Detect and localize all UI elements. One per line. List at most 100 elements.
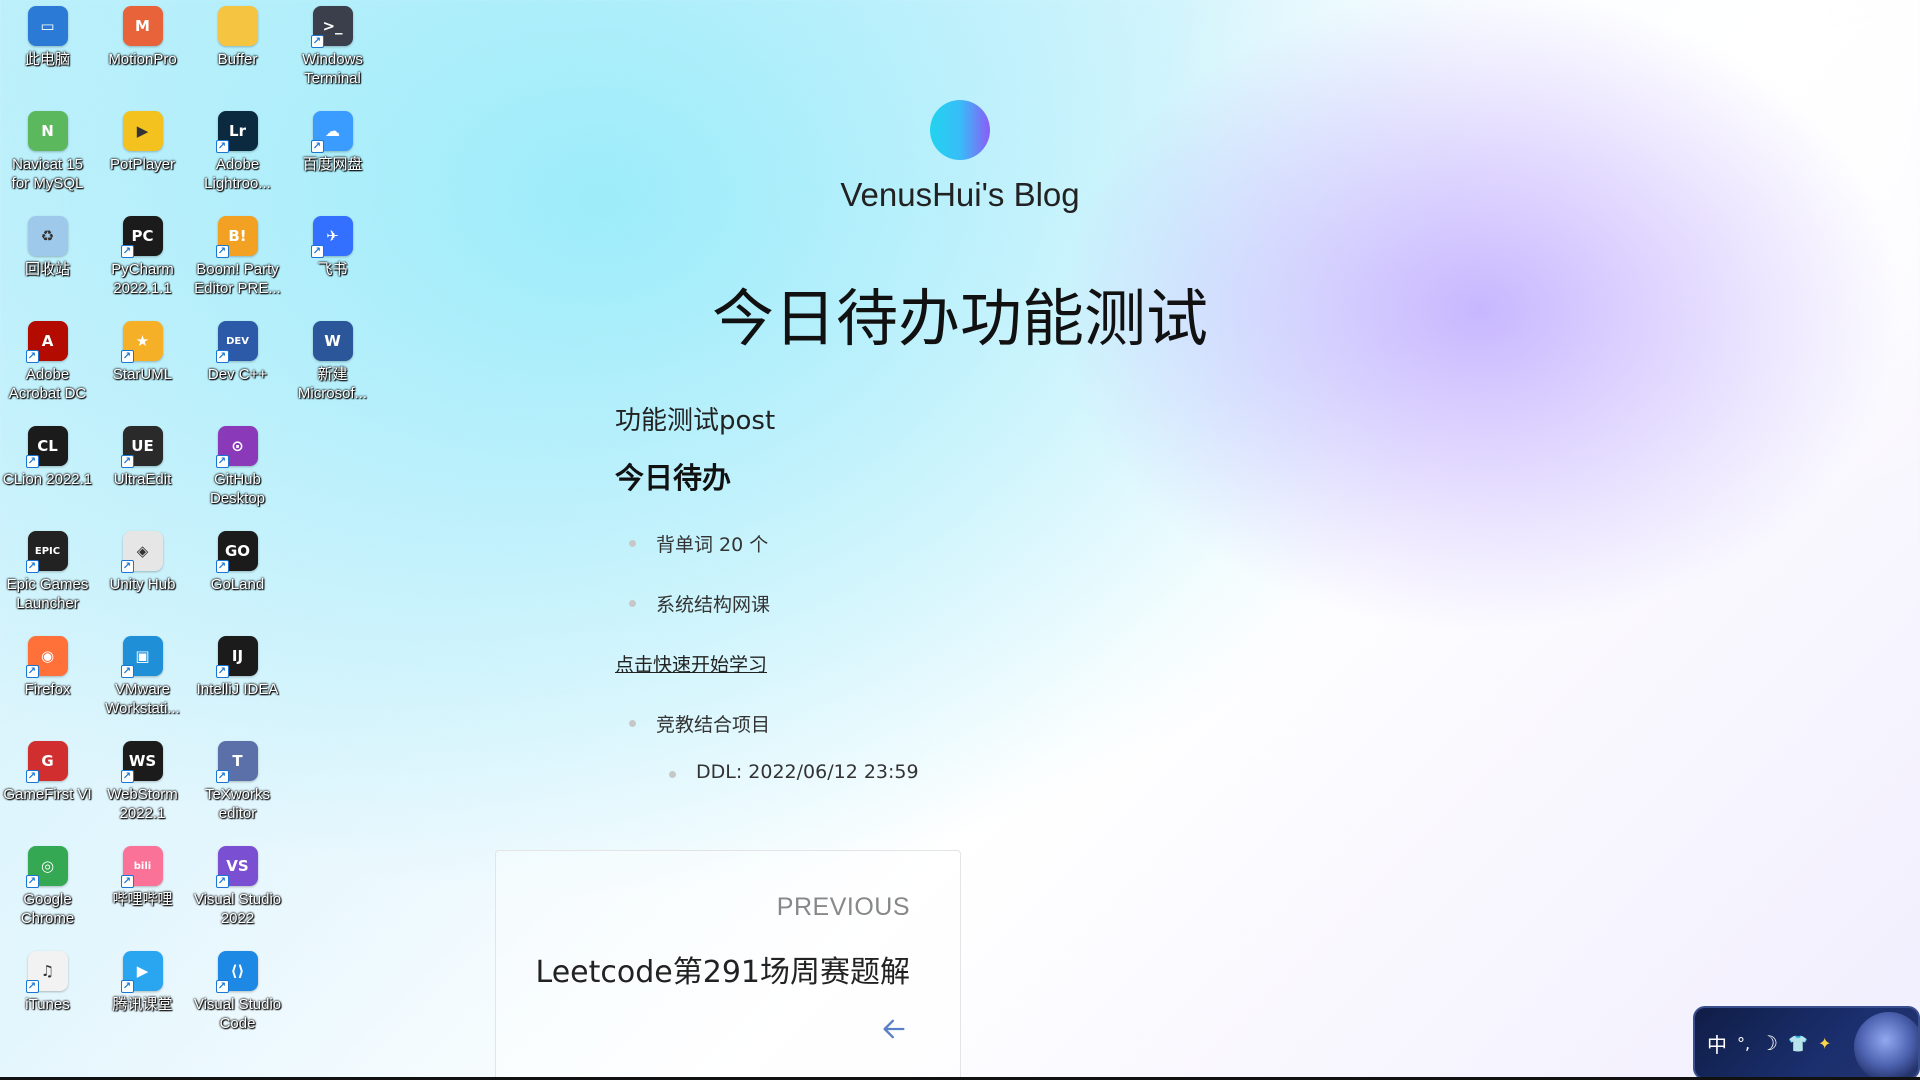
- desktop-icon[interactable]: ♻ 回收站: [0, 210, 95, 315]
- desktop-icon-label: StarUML: [112, 366, 173, 383]
- desktop-icon[interactable]: ▶ ↗ 腾讯课堂: [95, 945, 190, 1050]
- desktop-empty-slot: [285, 945, 380, 1050]
- desktop-icon-label: Epic Games Launcher: [6, 576, 89, 612]
- desktop-icon-label: Navicat 15 for MySQL: [11, 156, 84, 192]
- shortcut-arrow-icon: ↗: [25, 980, 39, 993]
- desktop-icon-label: PotPlayer: [109, 156, 176, 173]
- desktop-icons: ▭ 此电脑 M MotionPro Buffer >_ ↗ Windows Terminal N…: [0, 0, 380, 1060]
- desktop-icon[interactable]: PC ↗ PyCharm 2022.1.1: [95, 210, 190, 315]
- desktop-icon[interactable]: G ↗ GameFirst VI: [0, 735, 95, 840]
- desktop-icon[interactable]: ★ ↗ StarUML: [95, 315, 190, 420]
- star-icon[interactable]: ✦: [1818, 1034, 1831, 1053]
- desktop-icon-label: Firefox: [24, 681, 71, 698]
- vscode-icon: ⟨⟩ ↗: [215, 951, 258, 993]
- desktop-icon[interactable]: ☁ ↗ 百度网盘: [285, 105, 380, 210]
- desktop-icon-label: Visual Studio Code: [193, 996, 282, 1032]
- tencent-classroom-icon: ▶ ↗: [120, 951, 163, 993]
- desktop-icon[interactable]: CL ↗ CLion 2022.1: [0, 420, 95, 525]
- lightroom-icon: Lr ↗: [215, 111, 258, 153]
- desktop-icon[interactable]: Lr ↗ Adobe Lightroo...: [190, 105, 285, 210]
- potplayer-icon: ▶: [122, 111, 163, 151]
- skin-icon[interactable]: 👕: [1788, 1034, 1808, 1053]
- shortcut-arrow-icon: ↗: [215, 455, 229, 468]
- navicat-icon: N: [27, 111, 68, 151]
- desktop-icon[interactable]: ◎ ↗ Google Chrome: [0, 840, 95, 945]
- moon-icon[interactable]: ☽: [1760, 1031, 1778, 1055]
- previous-post-title[interactable]: Leetcode第291场周赛题解: [536, 947, 910, 991]
- boom-party-icon: B! ↗: [215, 216, 258, 258]
- vmware-icon: ▣ ↗: [120, 636, 163, 678]
- desktop-icon[interactable]: ◉ ↗ Firefox: [0, 630, 95, 735]
- goland-icon: GO ↗: [215, 531, 258, 573]
- desktop-icon-label: 哔哩哔哩: [112, 891, 173, 908]
- post-title: 今日待办功能测试: [711, 282, 1208, 355]
- desktop-icon[interactable]: N Navicat 15 for MySQL: [0, 105, 95, 210]
- shortcut-arrow-icon: ↗: [120, 350, 134, 363]
- shortcut-arrow-icon: ↗: [120, 560, 134, 573]
- shortcut-arrow-icon: ↗: [310, 35, 324, 48]
- desktop-icon[interactable]: ▭ 此电脑: [0, 0, 95, 105]
- itunes-icon: ♫ ↗: [25, 951, 68, 993]
- desktop-icon[interactable]: T ↗ TeXworks editor: [190, 735, 285, 840]
- pycharm-icon: PC ↗: [120, 216, 163, 258]
- desktop-icon[interactable]: ◈ ↗ Unity Hub: [95, 525, 190, 630]
- shortcut-arrow-icon: ↗: [25, 875, 39, 888]
- shortcut-arrow-icon: ↗: [310, 245, 324, 258]
- desktop-icon[interactable]: IJ ↗ IntelliJ IDEA: [190, 630, 285, 735]
- shortcut-arrow-icon: ↗: [25, 770, 39, 783]
- shortcut-arrow-icon: ↗: [310, 140, 324, 153]
- desktop-icon[interactable]: GO ↗ GoLand: [190, 525, 285, 630]
- ime-toolbar[interactable]: 中 °, ☽ 👕 ✦: [1693, 1006, 1920, 1080]
- chrome-icon: ◎ ↗: [25, 846, 68, 888]
- shortcut-arrow-icon: ↗: [120, 770, 134, 783]
- shortcut-arrow-icon: ↗: [120, 245, 134, 258]
- blog-logo[interactable]: [930, 100, 990, 160]
- desktop-icon[interactable]: ⊙ ↗ GitHub Desktop: [190, 420, 285, 525]
- shortcut-arrow-icon: ↗: [120, 665, 134, 678]
- desktop-icon[interactable]: W 新建 Microsof...: [285, 315, 380, 420]
- desktop-icon[interactable]: UE ↗ UltraEdit: [95, 420, 190, 525]
- desktop-icon[interactable]: >_ ↗ Windows Terminal: [285, 0, 380, 105]
- blog-site-title[interactable]: VenusHui's Blog: [760, 176, 1160, 214]
- desktop-icon[interactable]: ⟨⟩ ↗ Visual Studio Code: [190, 945, 285, 1050]
- desktop-icon-label: Adobe Acrobat DC: [8, 366, 87, 402]
- desktop-icon-label: Windows Terminal: [302, 51, 363, 87]
- desktop-icon[interactable]: A ↗ Adobe Acrobat DC: [0, 315, 95, 420]
- desktop-icon[interactable]: ♫ ↗ iTunes: [0, 945, 95, 1050]
- desktop-icon[interactable]: bili ↗ 哔哩哔哩: [95, 840, 190, 945]
- start-learning-link[interactable]: 点击快速开始学习: [615, 650, 767, 677]
- desktop-icon[interactable]: ✈ ↗ 飞书: [285, 210, 380, 315]
- previous-post-card[interactable]: PREVIOUS Leetcode第291场周赛题解: [495, 850, 961, 1080]
- bilibili-icon: bili ↗: [120, 846, 163, 888]
- desktop-icon[interactable]: WS ↗ WebStorm 2022.1: [95, 735, 190, 840]
- todo-item-course: 系统结构网课: [628, 590, 770, 617]
- desktop-icon[interactable]: B! ↗ Boom! Party Editor PRE...: [190, 210, 285, 315]
- desktop-icon-label: WebStorm 2022.1: [107, 786, 178, 822]
- todo-item-vocab: 背单词 20 个: [628, 530, 768, 557]
- shortcut-arrow-icon: ↗: [215, 560, 229, 573]
- desktop-icon[interactable]: Buffer: [190, 0, 285, 105]
- desktop-empty-slot: [285, 735, 380, 840]
- shortcut-arrow-icon: ↗: [25, 455, 39, 468]
- acrobat-icon: A ↗: [25, 321, 68, 363]
- staruml-icon: ★ ↗: [120, 321, 163, 363]
- punctuation-toggle[interactable]: °,: [1737, 1034, 1750, 1053]
- ime-mode-toggle[interactable]: 中: [1707, 1029, 1727, 1058]
- shortcut-arrow-icon: ↗: [120, 875, 134, 888]
- texworks-icon: T ↗: [215, 741, 258, 783]
- webstorm-icon: WS ↗: [120, 741, 163, 783]
- desktop-icon-label: Boom! Party Editor PRE...: [194, 261, 281, 297]
- todo-subitem-ddl: DDL: 2022/06/12 23:59: [669, 761, 919, 783]
- arrow-left-icon[interactable]: [880, 1015, 908, 1043]
- desktop-icon[interactable]: EPIC ↗ Epic Games Launcher: [0, 525, 95, 630]
- desktop-icon[interactable]: VS ↗ Visual Studio 2022: [190, 840, 285, 945]
- todo-item-project: 竞教结合项目: [628, 710, 770, 737]
- desktop-icon[interactable]: ▣ ↗ VMware Workstati...: [95, 630, 190, 735]
- desktop-icon[interactable]: DEV ↗ Dev C++: [190, 315, 285, 420]
- desktop-icon-label: Buffer: [217, 51, 258, 68]
- unity-hub-icon: ◈ ↗: [120, 531, 163, 573]
- desktop-icon-label: UltraEdit: [113, 471, 172, 488]
- desktop-icon[interactable]: M MotionPro: [95, 0, 190, 105]
- visual-studio-icon: VS ↗: [215, 846, 258, 888]
- desktop-icon[interactable]: ▶ PotPlayer: [95, 105, 190, 210]
